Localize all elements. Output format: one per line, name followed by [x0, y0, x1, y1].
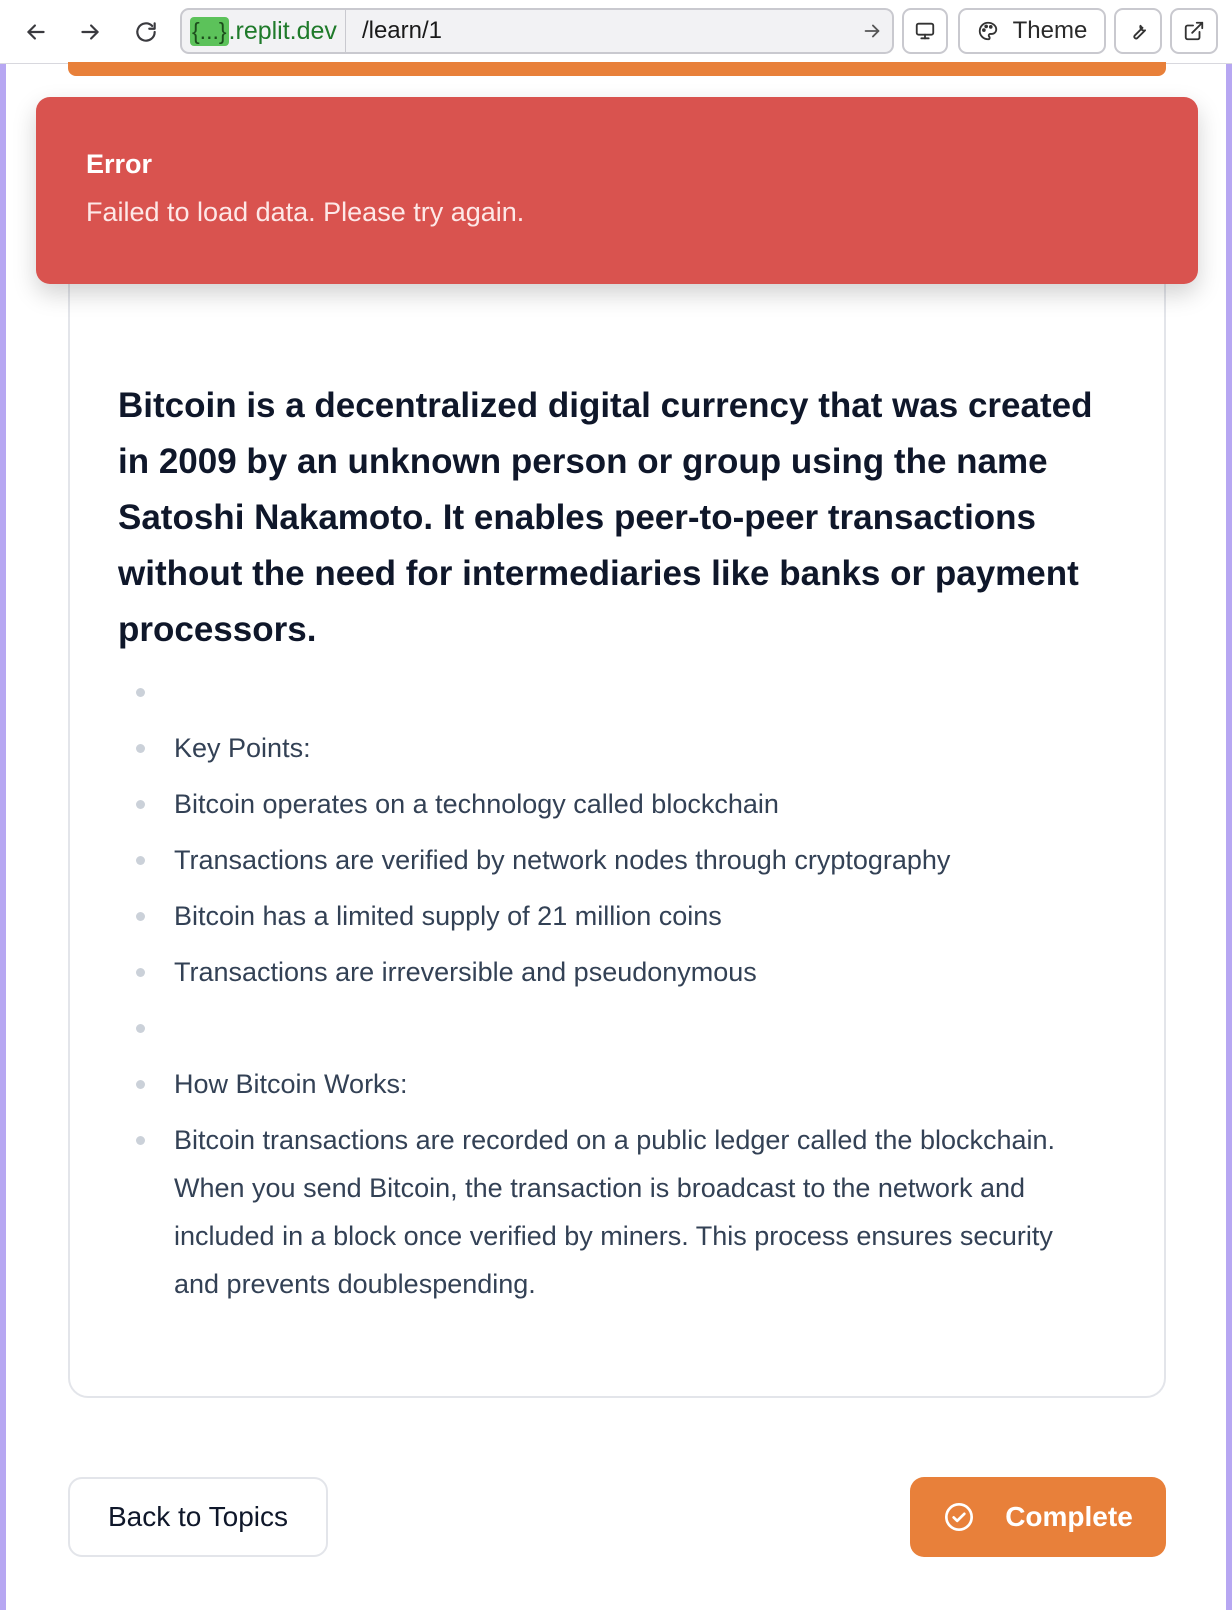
bullet-icon	[136, 1136, 145, 1145]
back-to-topics-button[interactable]: Back to Topics	[68, 1477, 328, 1557]
open-external-button[interactable]	[1170, 8, 1218, 54]
lesson-list: Key Points: Bitcoin operates on a technol…	[130, 668, 1090, 1316]
device-preview-button[interactable]	[902, 8, 948, 54]
theme-button[interactable]: Theme	[958, 8, 1106, 54]
go-arrow-icon[interactable]	[852, 20, 892, 42]
list-item: Transactions are verified by network nod…	[130, 836, 1090, 884]
bullet-icon	[136, 912, 145, 921]
palette-icon	[978, 21, 997, 41]
lesson-intro: Bitcoin is a decentralized digital curre…	[118, 386, 1093, 649]
frame-border-right	[1226, 64, 1232, 1610]
back-to-topics-label: Back to Topics	[107, 1501, 289, 1532]
address-bar[interactable]: {...} .replit.dev /learn/1	[180, 8, 894, 54]
list-item-text: Transactions are irreversible and pseudo…	[174, 957, 757, 987]
bullet-icon	[136, 968, 145, 977]
list-item: Bitcoin operates on a technology called …	[130, 780, 1090, 828]
back-arrow-icon[interactable]	[18, 14, 54, 50]
devtools-button[interactable]	[1114, 8, 1162, 54]
complete-label: Complete	[1005, 1501, 1133, 1532]
reload-icon[interactable]	[128, 14, 164, 50]
error-toast[interactable]: Error Failed to load data. Please try ag…	[36, 97, 1198, 284]
list-item-text: Key Points:	[174, 733, 311, 763]
error-toast-message: Failed to load data. Please try again.	[86, 197, 525, 227]
bullet-icon	[136, 1024, 145, 1033]
bullet-icon	[136, 744, 145, 753]
check-circle-icon	[945, 1503, 974, 1531]
list-item-text: Bitcoin operates on a technology called …	[174, 789, 779, 819]
forward-arrow-icon[interactable]	[72, 14, 108, 50]
url-path[interactable]: /learn/1	[346, 17, 852, 45]
url-host-badge: {...}	[190, 16, 229, 46]
list-item: Bitcoin transactions are recorded on a p…	[130, 1116, 1090, 1308]
bullet-icon	[136, 688, 145, 697]
url-host-suffix: .replit.dev	[228, 16, 337, 45]
monitor-icon	[915, 22, 935, 40]
list-item-text: Bitcoin has a limited supply of 21 milli…	[174, 901, 722, 931]
list-item: Transactions are irreversible and pseudo…	[130, 948, 1090, 996]
bullet-icon	[136, 1080, 145, 1089]
url-host: {...} .replit.dev	[182, 10, 346, 52]
list-item	[130, 668, 1090, 716]
complete-button[interactable]: Complete	[910, 1477, 1166, 1557]
theme-label: Theme	[1012, 17, 1088, 44]
frame-border-left	[0, 64, 6, 1610]
external-link-icon	[1184, 21, 1204, 41]
list-item: Bitcoin has a limited supply of 21 milli…	[130, 892, 1090, 940]
bullet-icon	[136, 856, 145, 865]
list-item-text: Bitcoin transactions are recorded on a p…	[174, 1125, 1056, 1299]
progress-header-strip	[68, 62, 1166, 76]
list-item: How Bitcoin Works:	[130, 1060, 1090, 1108]
list-item	[130, 1004, 1090, 1052]
error-toast-title: Error	[86, 149, 153, 179]
list-item-text: Transactions are verified by network nod…	[174, 845, 951, 875]
wrench-icon	[1133, 24, 1146, 40]
browser-toolbar: {...} .replit.dev /learn/1 Theme	[0, 0, 1232, 64]
list-item-text: How Bitcoin Works:	[174, 1069, 408, 1099]
bullet-icon	[136, 800, 145, 809]
list-item: Key Points:	[130, 724, 1090, 772]
